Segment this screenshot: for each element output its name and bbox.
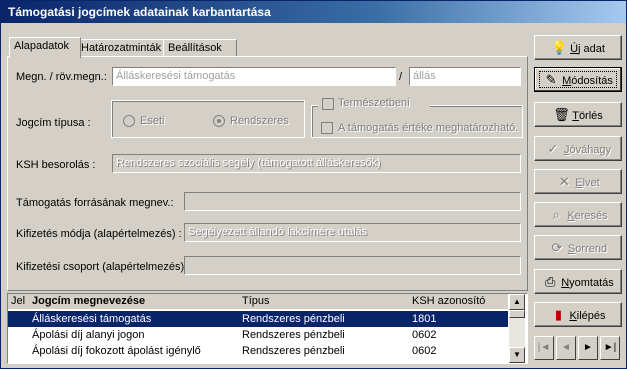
nav-prev-button[interactable]: ◄: [556, 336, 576, 360]
name-input[interactable]: Álláskeresési támogatás: [112, 67, 396, 86]
order-button[interactable]: ⟳ Sorrend: [534, 235, 622, 260]
type-label: Jogcím típusa :: [16, 117, 91, 129]
nav-next-button[interactable]: ►: [578, 336, 598, 360]
trash-icon: 🗑: [553, 107, 570, 122]
radio-rendszeres[interactable]: [213, 115, 225, 127]
termeszetbeni-label: Természetbeni: [338, 97, 410, 109]
options-group-caption: Természetbeni: [318, 97, 430, 111]
name-label: Megn. / röv.megn.:: [16, 71, 107, 83]
table-scrollbar[interactable]: ▲ ▼: [509, 294, 525, 363]
new-button[interactable]: 💡 Új adat: [534, 35, 622, 60]
tab-alapadatok[interactable]: Alapadatok: [9, 37, 81, 58]
exit-door-icon: ▮: [554, 307, 563, 322]
table-row[interactable]: Álláskeresési támogatás Rendszeres pénzb…: [8, 311, 508, 327]
approve-button[interactable]: ✓ Jóváhagy: [534, 136, 622, 161]
title-bar[interactable]: Támogatási jogcímek adatainak karbantart…: [1, 1, 626, 23]
delete-button[interactable]: 🗑 Törlés: [534, 102, 622, 127]
exit-button[interactable]: ▮ Kilépés: [534, 302, 622, 327]
ertek-label: A támogatás értéke meghatározható.: [338, 122, 519, 134]
forras-input[interactable]: [184, 192, 521, 211]
printer-icon: ⎙: [545, 274, 556, 289]
focus-rect: [539, 71, 617, 88]
termeszetbeni-checkbox[interactable]: [322, 98, 334, 110]
scroll-down-icon[interactable]: ▼: [509, 347, 525, 363]
ksh-label: KSH besorolás :: [16, 159, 96, 171]
radio-rendszeres-label: Rendszeres: [230, 115, 289, 127]
radio-eseti[interactable]: [123, 115, 135, 127]
ertek-checkbox[interactable]: [321, 122, 333, 134]
col-ksh[interactable]: KSH azonosító: [412, 295, 485, 307]
print-button[interactable]: ⎙ Nyomtatás: [534, 269, 622, 294]
scroll-up-icon[interactable]: ▲: [509, 294, 525, 310]
new-bulb-icon: 💡: [551, 40, 568, 55]
discard-button[interactable]: ✕ Elvet: [534, 169, 622, 194]
col-name[interactable]: Jogcím megnevezése: [32, 295, 145, 307]
table-row[interactable]: Ápolási díj alanyi jogon Rendszeres pénz…: [8, 327, 508, 343]
col-type[interactable]: Típus: [242, 295, 270, 307]
kifizetes-mod-input[interactable]: Segélyezett állandó lakcímére utalás: [184, 223, 521, 242]
check-icon: ✓: [547, 141, 559, 156]
window-title: Támogatási jogcímek adatainak karbantart…: [8, 5, 271, 19]
forras-label: Támogatás forrásának megnev.:: [16, 197, 174, 209]
col-jel[interactable]: Jel: [11, 295, 25, 307]
ksh-input[interactable]: Rendszeres szociális segély (támogatott …: [112, 154, 521, 173]
nav-last-button[interactable]: ►|: [600, 336, 620, 360]
tab-beallitasok[interactable]: Beállítások: [163, 39, 237, 57]
short-name-input[interactable]: állás: [409, 67, 521, 86]
cross-icon: ✕: [558, 174, 570, 189]
refresh-icon: ⟳: [551, 240, 563, 255]
modify-button[interactable]: ✎ Módosítás: [534, 67, 622, 92]
kifizetes-mod-label: Kifizetés módja (alapértelmezés) :: [16, 228, 182, 240]
table-header: Jel Jogcím megnevezése Típus KSH azonosí…: [8, 294, 508, 309]
table-row[interactable]: Ápolási díj fokozott ápolást igénylő Ren…: [8, 343, 508, 359]
name-separator: /: [399, 71, 403, 83]
main-window: Támogatási jogcímek adatainak karbantart…: [0, 0, 627, 369]
kifizetes-csop-label: Kifizetési csoport (alapértelmezés) :: [16, 261, 191, 273]
tab-panel-alapadatok: Megn. / röv.megn.: Álláskeresési támogat…: [7, 56, 528, 291]
scroll-thumb[interactable]: [509, 310, 525, 318]
radio-eseti-label: Eseti: [140, 115, 165, 127]
search-button[interactable]: ⌕ Keresés: [534, 202, 622, 227]
search-icon: ⌕: [552, 207, 560, 222]
tab-hatarozatmintak[interactable]: Határozatminták: [76, 39, 170, 57]
kifizetes-csop-input[interactable]: [184, 256, 521, 275]
jogcim-table: Jel Jogcím megnevezése Típus KSH azonosí…: [7, 293, 528, 364]
type-radio-group: Eseti Rendszeres: [111, 100, 305, 138]
nav-first-button[interactable]: |◄: [534, 336, 554, 360]
